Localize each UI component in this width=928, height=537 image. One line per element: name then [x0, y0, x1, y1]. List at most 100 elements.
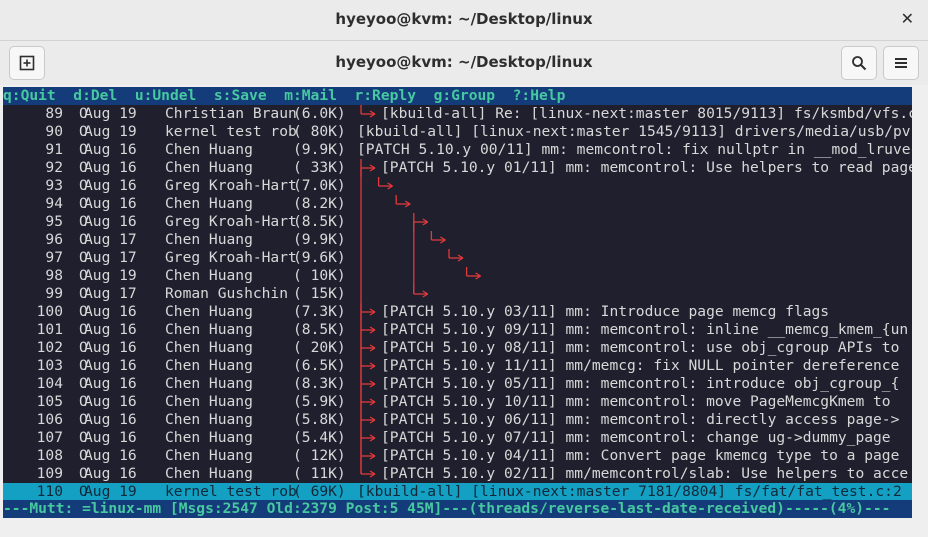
message-size: (5.9K) — [293, 393, 346, 410]
message-date: Aug 19 — [84, 123, 137, 140]
message-sender: Roman Gushchin — [165, 285, 289, 302]
message-number: 101 — [36, 321, 63, 338]
terminal-viewport[interactable]: q:Quit d:Del u:Undel s:Save m:Mail r:Rep… — [3, 87, 912, 518]
help-key-del: d:Del — [73, 87, 135, 104]
message-sender: Chen Huang — [165, 231, 253, 248]
message-date: Aug 16 — [84, 303, 137, 320]
message-size: (9.9K) — [293, 231, 346, 248]
message-date: Aug 17 — [84, 231, 137, 248]
message-size: ( 69K) — [293, 483, 346, 500]
message-number: 98 — [45, 267, 63, 284]
hamburger-menu-icon — [895, 58, 907, 68]
message-sender: Chen Huang — [165, 159, 253, 176]
message-sender: Chen Huang — [165, 267, 253, 284]
message-size: ( 12K) — [293, 447, 346, 464]
message-sender: Chen Huang — [165, 465, 253, 482]
message-size: ( 11K) — [293, 465, 346, 482]
message-date: Aug 16 — [84, 465, 137, 482]
message-sender: Chen Huang — [165, 357, 253, 374]
message-sender: Greg Kroah-Hart — [165, 213, 297, 230]
message-number: 107 — [36, 429, 63, 446]
message-date: Aug 16 — [84, 159, 137, 176]
message-size: (5.8K) — [293, 411, 346, 428]
message-number: 110 — [36, 483, 63, 500]
message-number: 92 — [45, 159, 63, 176]
message-sender: Chen Huang — [165, 195, 253, 212]
message-sender: Chen Huang — [165, 339, 253, 356]
message-number: 94 — [45, 195, 63, 212]
message-date: Aug 16 — [84, 429, 137, 446]
message-date: Aug 16 — [84, 393, 137, 410]
window-titlebar: hyeyoo@kvm: ~/Desktop/linux ✕ — [0, 0, 928, 41]
message-size: ( 20K) — [293, 339, 346, 356]
message-sender: Chen Huang — [165, 141, 253, 158]
message-size: (7.0K) — [293, 177, 346, 194]
message-number: 91 — [45, 141, 63, 158]
help-key-quit: q:Quit — [3, 87, 74, 104]
terminal-title: hyeyoo@kvm: ~/Desktop/linux — [335, 53, 593, 71]
message-size: (7.3K) — [293, 303, 346, 320]
menu-button[interactable] — [883, 46, 919, 80]
help-key-save: s:Save — [213, 87, 285, 104]
message-number: 99 — [45, 285, 63, 302]
message-sender: Chen Huang — [165, 321, 253, 338]
message-number: 93 — [45, 177, 63, 194]
message-date: Aug 16 — [84, 339, 137, 356]
message-size: (8.3K) — [293, 375, 346, 392]
terminal-headerbar: hyeyoo@kvm: ~/Desktop/linux — [0, 41, 928, 85]
message-number: 108 — [36, 447, 63, 464]
help-key-mail: m:Mail — [284, 87, 355, 104]
message-sender: Christian Braun — [165, 105, 297, 122]
message-size: (6.5K) — [293, 357, 346, 374]
message-size: (5.4K) — [293, 429, 346, 446]
message-size: (8.5K) — [293, 321, 346, 338]
message-number: 95 — [45, 213, 63, 230]
message-sender: Greg Kroah-Hart — [165, 249, 297, 266]
message-sender: Chen Huang — [165, 303, 253, 320]
message-number: 103 — [36, 357, 63, 374]
window-title: hyeyoo@kvm: ~/Desktop/linux — [335, 10, 593, 28]
message-date: Aug 16 — [84, 213, 137, 230]
message-sender: kernel test rob — [165, 123, 297, 140]
message-size: (8.5K) — [293, 213, 346, 230]
message-size: (9.9K) — [293, 141, 346, 158]
message-sender: Chen Huang — [165, 375, 253, 392]
message-date: Aug 16 — [84, 195, 137, 212]
help-key-undel: u:Undel — [134, 87, 214, 104]
search-icon — [852, 56, 867, 71]
message-date: Aug 16 — [84, 375, 137, 392]
message-date: Aug 16 — [84, 447, 137, 464]
message-number: 109 — [36, 465, 63, 482]
message-number: 105 — [36, 393, 63, 410]
message-size: ( 10K) — [293, 267, 346, 284]
message-sender: Chen Huang — [165, 393, 253, 410]
message-sender: kernel test rob — [165, 483, 297, 500]
message-date: Aug 16 — [84, 321, 137, 338]
message-number: 106 — [36, 411, 63, 428]
message-size: ( 80K) — [293, 123, 346, 140]
message-size: (6.0K) — [293, 105, 346, 122]
message-date: Aug 16 — [84, 357, 137, 374]
message-date: Aug 19 — [84, 105, 137, 122]
thread-trunk-lines — [360, 168, 415, 474]
message-sender: Chen Huang — [165, 429, 253, 446]
message-size: ( 15K) — [293, 285, 346, 302]
search-button[interactable] — [841, 46, 877, 80]
message-date: Aug 17 — [84, 249, 137, 266]
message-date: Aug 19 — [84, 483, 137, 500]
message-size: ( 33K) — [293, 159, 346, 176]
message-sender: Chen Huang — [165, 411, 253, 428]
message-date: Aug 16 — [84, 411, 137, 428]
message-sender: Greg Kroah-Hart — [165, 177, 297, 194]
message-number: 104 — [36, 375, 63, 392]
window-edge — [912, 87, 928, 518]
message-size: (9.6K) — [293, 249, 346, 266]
message-number: 102 — [36, 339, 63, 356]
message-number: 90 — [45, 123, 63, 140]
message-number: 96 — [45, 231, 63, 248]
message-number: 100 — [36, 303, 63, 320]
close-icon[interactable]: ✕ — [901, 9, 914, 28]
message-date: Aug 17 — [84, 285, 137, 302]
message-date: Aug 19 — [84, 267, 137, 284]
message-sender: Chen Huang — [165, 447, 253, 464]
